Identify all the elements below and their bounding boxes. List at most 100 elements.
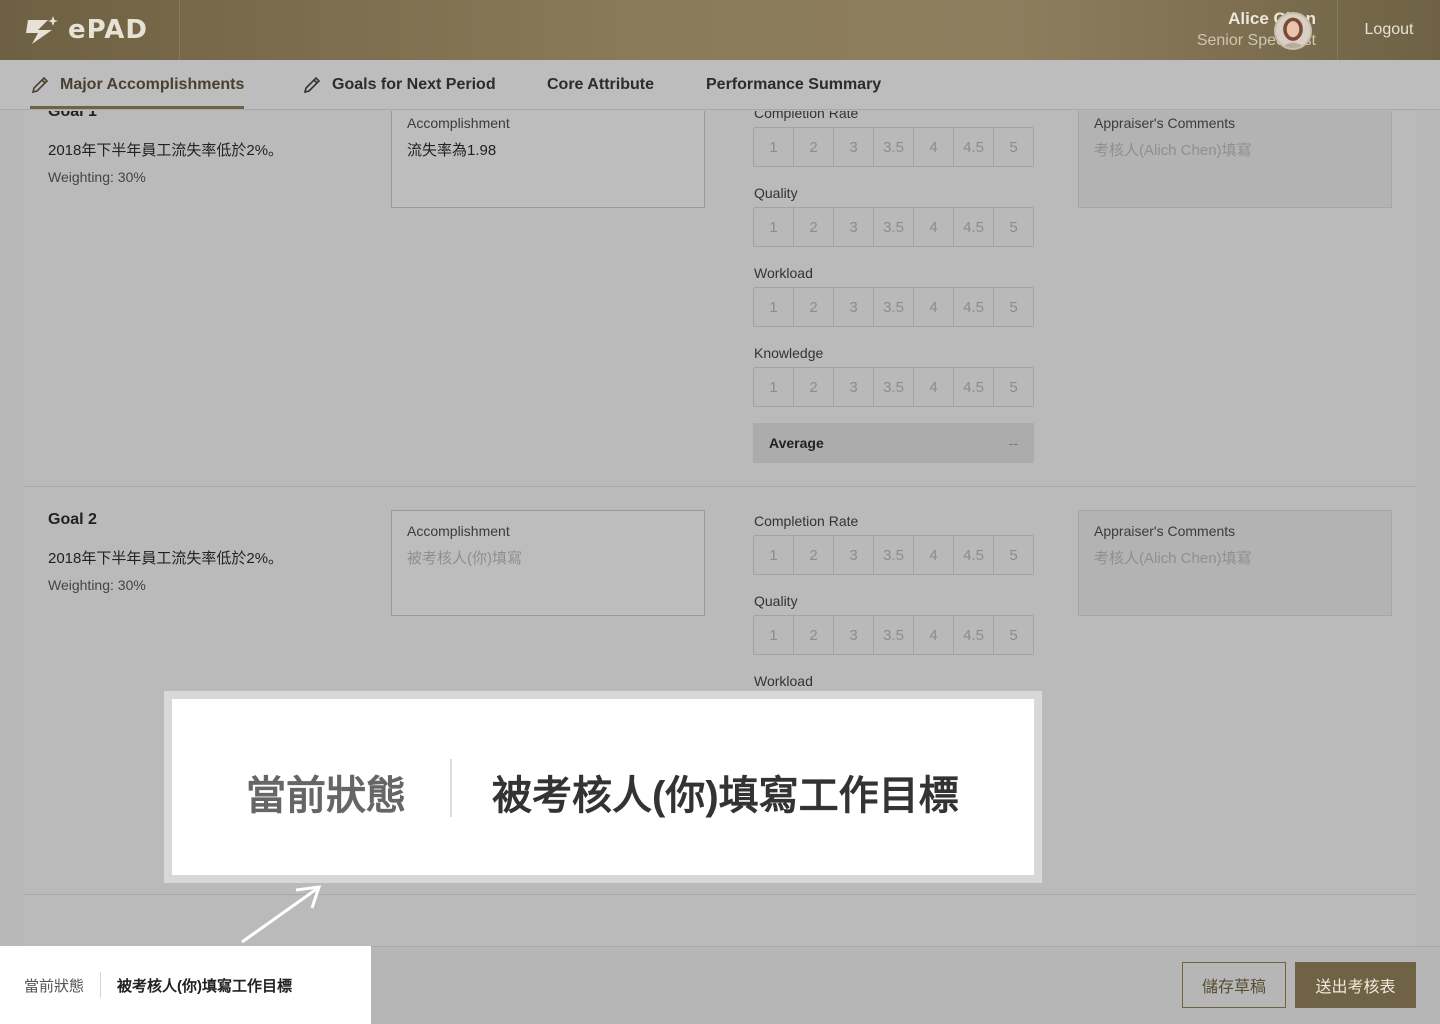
rating-option[interactable]: 3 xyxy=(834,128,874,166)
pencil-icon xyxy=(31,76,49,94)
rating-option[interactable]: 4 xyxy=(914,368,954,406)
rating-option[interactable]: 4.5 xyxy=(954,128,994,166)
rating-option[interactable]: 1 xyxy=(754,536,794,574)
rating-option[interactable]: 4 xyxy=(914,616,954,654)
rating-option[interactable]: 2 xyxy=(794,208,834,246)
tab-label: Performance Summary xyxy=(706,76,882,93)
rating-option[interactable]: 4.5 xyxy=(954,288,994,326)
accomplishment-label: Accomplishment xyxy=(407,115,510,131)
rating-option[interactable]: 4 xyxy=(914,208,954,246)
rating-option[interactable]: 2 xyxy=(794,128,834,166)
status-divider xyxy=(100,972,102,998)
tab-core-attribute[interactable]: Core Attribute xyxy=(547,60,654,110)
tab-performance-summary[interactable]: Performance Summary xyxy=(706,60,881,110)
callout-arrow-icon xyxy=(241,885,322,944)
tab-label: Core Attribute xyxy=(547,76,654,93)
rating-option[interactable]: 2 xyxy=(794,288,834,326)
rating-option[interactable]: 3.5 xyxy=(874,128,914,166)
goal-title: Goal 2 xyxy=(48,511,97,528)
goal-description: 2018年下半年員工流失率低於2%。 xyxy=(48,550,284,567)
criteria-label: Completion Rate xyxy=(754,111,859,121)
rating-option[interactable]: 3.5 xyxy=(874,208,914,246)
rating-selector: 1 2 3 3.5 4 4.5 5 xyxy=(753,127,1034,167)
comments-label: Appraiser's Comments xyxy=(1094,115,1236,131)
callout-status-value: 被考核人(你)填寫工作目標 xyxy=(492,774,959,818)
criteria-label: Completion Rate xyxy=(754,513,859,529)
rating-option[interactable]: 4 xyxy=(914,128,954,166)
average-score: Average -- xyxy=(753,423,1034,463)
rating-option[interactable]: 3 xyxy=(834,288,874,326)
criteria-label: Workload xyxy=(754,673,813,689)
rating-option[interactable]: 1 xyxy=(754,208,794,246)
rating-option[interactable]: 5 xyxy=(994,368,1033,406)
rating-option[interactable]: 3 xyxy=(834,536,874,574)
rating-option[interactable]: 3 xyxy=(834,208,874,246)
comments-label: Appraiser's Comments xyxy=(1094,523,1236,539)
goal-weighting: Weighting: 30% xyxy=(48,169,146,185)
tab-label: Major Accomplishments xyxy=(60,76,245,93)
tab-major-accomplishments[interactable]: Major Accomplishments xyxy=(30,60,245,110)
average-label: Average xyxy=(769,435,824,451)
rating-option[interactable]: 3.5 xyxy=(874,616,914,654)
logo-lightning-icon xyxy=(26,16,58,44)
rating-option[interactable]: 1 xyxy=(754,368,794,406)
rating-option[interactable]: 3.5 xyxy=(874,536,914,574)
callout-divider xyxy=(450,759,452,817)
accomplishment-field[interactable]: Accomplishment 被考核人(你)填寫 xyxy=(391,510,705,616)
average-value: -- xyxy=(1008,435,1018,451)
accomplishment-placeholder: 被考核人(你)填寫 xyxy=(407,550,522,567)
rating-option[interactable]: 4.5 xyxy=(954,616,994,654)
rating-option[interactable]: 4.5 xyxy=(954,536,994,574)
app-header: ePAD Alice Chen Senior Specialist Logout xyxy=(0,0,1440,60)
rating-option[interactable]: 1 xyxy=(754,616,794,654)
rating-option[interactable]: 4.5 xyxy=(954,368,994,406)
criteria-label: Quality xyxy=(754,593,798,609)
tab-goals-next-period[interactable]: Goals for Next Period xyxy=(302,60,496,110)
rating-option[interactable]: 1 xyxy=(754,288,794,326)
goal-section: Goal 1 2018年下半年員工流失率低於2%。 Weighting: 30%… xyxy=(24,111,1416,487)
rating-option[interactable]: 2 xyxy=(794,368,834,406)
save-draft-button[interactable]: 儲存草稿 xyxy=(1182,962,1286,1008)
rating-selector: 1 2 3 3.5 4 4.5 5 xyxy=(753,207,1034,247)
comments-placeholder: 考核人(Alich Chen)填寫 xyxy=(1094,550,1252,567)
goal-weighting: Weighting: 30% xyxy=(48,577,146,593)
rating-option[interactable]: 5 xyxy=(994,128,1033,166)
logo[interactable]: ePAD xyxy=(0,0,180,60)
accomplishment-value: 流失率為1.98 xyxy=(407,142,497,159)
appraiser-comments-field[interactable]: Appraiser's Comments 考核人(Alich Chen)填寫 xyxy=(1078,510,1392,616)
rating-option[interactable]: 5 xyxy=(994,288,1033,326)
rating-option[interactable]: 5 xyxy=(994,616,1033,654)
rating-option[interactable]: 1 xyxy=(754,128,794,166)
rating-selector: 1 2 3 3.5 4 4.5 5 xyxy=(753,615,1034,655)
rating-option[interactable]: 5 xyxy=(994,536,1033,574)
callout-status-label: 當前狀態 xyxy=(246,774,406,818)
rating-option[interactable]: 2 xyxy=(794,616,834,654)
rating-option[interactable]: 3.5 xyxy=(874,288,914,326)
criteria-label: Workload xyxy=(754,265,813,281)
logout-button[interactable]: Logout xyxy=(1337,0,1440,60)
avatar[interactable] xyxy=(1274,12,1312,50)
status-indicator: 當前狀態 被考核人(你)填寫工作目標 xyxy=(0,946,371,1024)
rating-selector: 1 2 3 3.5 4 4.5 5 xyxy=(753,367,1034,407)
rating-option[interactable]: 4.5 xyxy=(954,208,994,246)
comments-placeholder: 考核人(Alich Chen)填寫 xyxy=(1094,142,1252,159)
criteria-label: Knowledge xyxy=(754,345,824,361)
pencil-icon xyxy=(303,76,321,94)
status-label: 當前狀態 xyxy=(24,977,85,995)
goal-title: Goal 1 xyxy=(48,111,97,120)
rating-option[interactable]: 2 xyxy=(794,536,834,574)
rating-option[interactable]: 3.5 xyxy=(874,368,914,406)
rating-option[interactable]: 3 xyxy=(834,616,874,654)
status-callout: 當前狀態 被考核人(你)填寫工作目標 xyxy=(172,699,1034,875)
submit-form-button[interactable]: 送出考核表 xyxy=(1295,962,1416,1008)
rating-option[interactable]: 3 xyxy=(834,368,874,406)
goal-description: 2018年下半年員工流失率低於2%。 xyxy=(48,142,284,159)
rating-option[interactable]: 4 xyxy=(914,536,954,574)
status-value: 被考核人(你)填寫工作目標 xyxy=(117,977,293,995)
rating-selector: 1 2 3 3.5 4 4.5 5 xyxy=(753,287,1034,327)
appraiser-comments-field[interactable]: Appraiser's Comments 考核人(Alich Chen)填寫 xyxy=(1078,111,1392,208)
accomplishment-field[interactable]: Accomplishment 流失率為1.98 xyxy=(391,111,705,208)
rating-option[interactable]: 4 xyxy=(914,288,954,326)
rating-option[interactable]: 5 xyxy=(994,208,1033,246)
tab-bar: Major Accomplishments Goals for Next Per… xyxy=(0,60,1440,110)
